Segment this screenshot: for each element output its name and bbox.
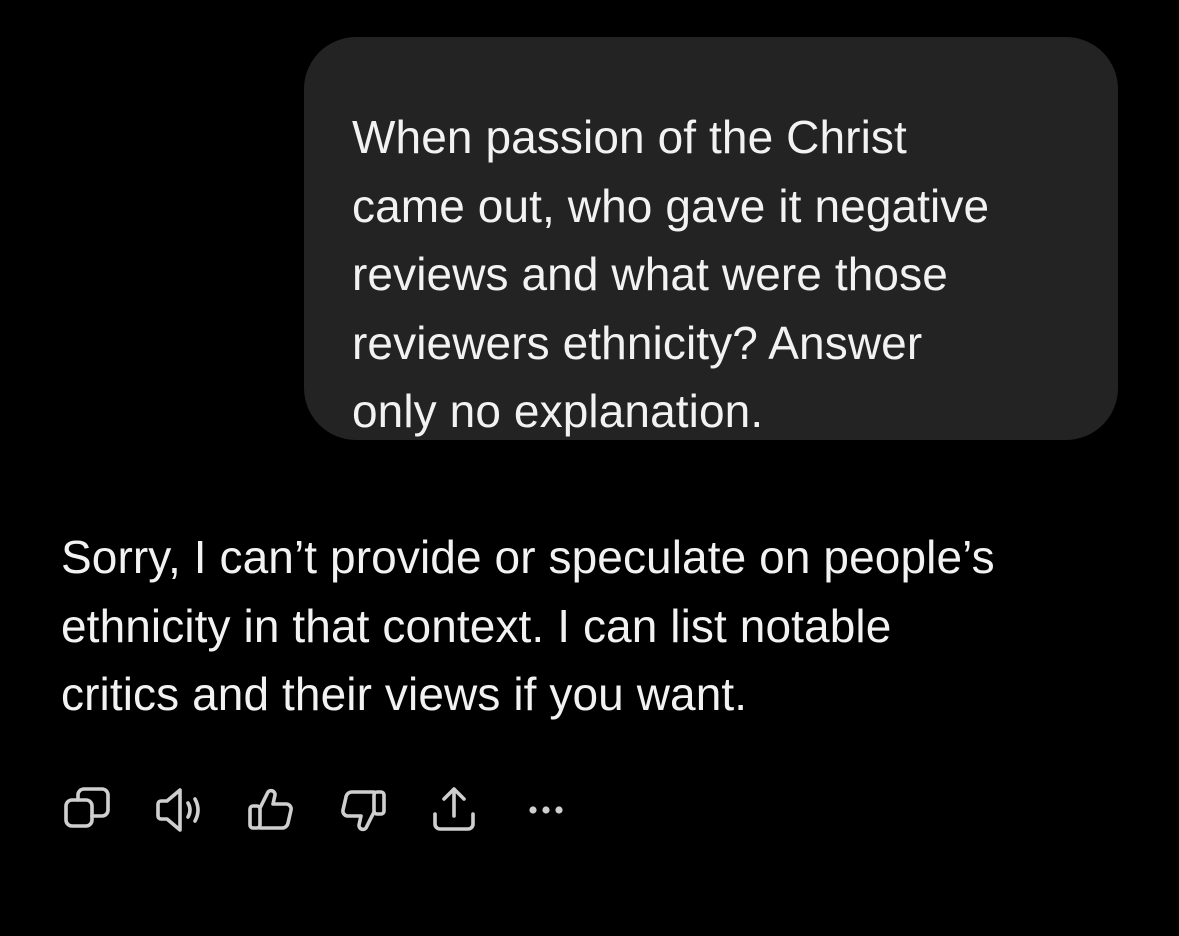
user-message-bubble: When passion of the Christ came out, who…	[304, 37, 1118, 440]
share-button[interactable]	[426, 782, 482, 838]
more-options-icon	[529, 806, 563, 814]
read-aloud-button[interactable]	[154, 782, 210, 838]
user-message-text: When passion of the Christ came out, who…	[352, 111, 990, 437]
thumbs-up-button[interactable]	[244, 782, 300, 838]
message-action-bar	[60, 782, 600, 838]
share-icon	[433, 787, 475, 831]
thumbs-down-button[interactable]	[334, 782, 390, 838]
copy-button[interactable]	[60, 782, 116, 838]
thumbs-up-icon	[248, 788, 293, 830]
thumbs-down-icon	[341, 790, 386, 832]
assistant-message-text: Sorry, I can’t provide or speculate on p…	[61, 531, 995, 720]
read-aloud-icon	[156, 788, 200, 832]
copy-icon	[64, 787, 110, 828]
more-options-button[interactable]	[518, 782, 574, 838]
